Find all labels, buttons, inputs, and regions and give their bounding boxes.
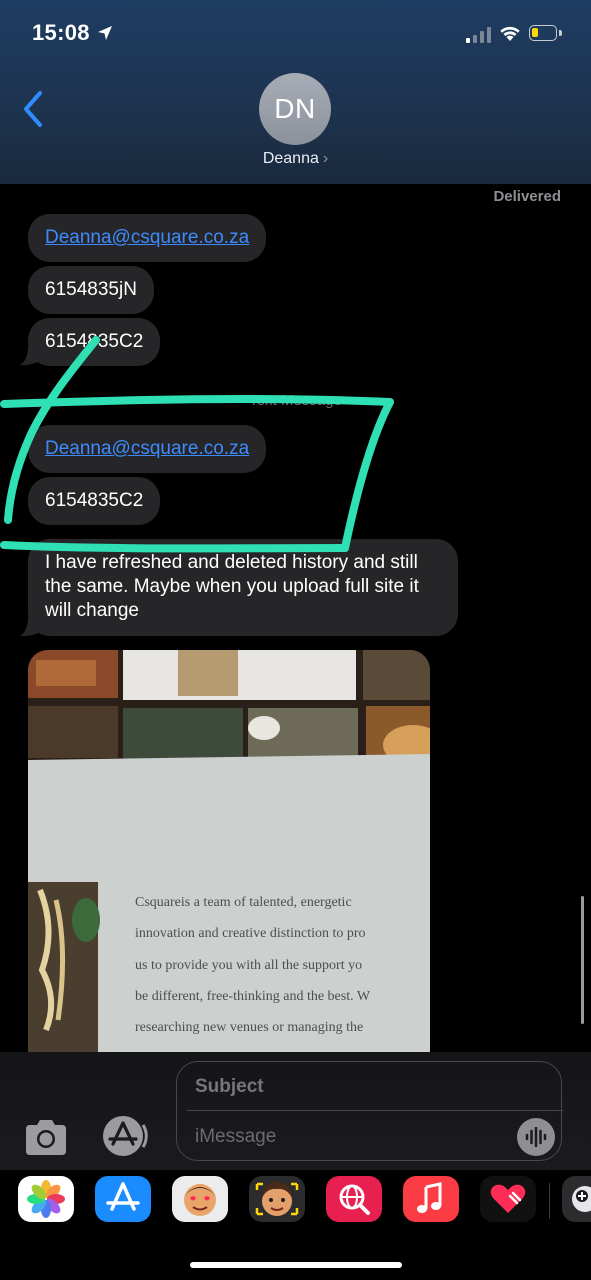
message-text: 6154835jN bbox=[45, 279, 137, 300]
more-apps-icon[interactable] bbox=[562, 1176, 591, 1222]
app-drawer-divider bbox=[549, 1183, 550, 1219]
message-bubble[interactable]: Deanna@csquare.co.za bbox=[28, 425, 267, 473]
email-link[interactable]: Deanna@csquare.co.za bbox=[45, 227, 249, 248]
music-app-icon[interactable] bbox=[403, 1176, 459, 1222]
composer-divider bbox=[187, 1110, 563, 1111]
email-link[interactable]: Deanna@csquare.co.za bbox=[45, 438, 249, 459]
photo-text-line: researching new venues or managing the bbox=[135, 1020, 363, 1035]
photos-app-icon[interactable] bbox=[18, 1176, 74, 1222]
audio-message-button[interactable] bbox=[517, 1118, 555, 1156]
subject-field[interactable]: Subject bbox=[195, 1076, 264, 1098]
message-bubble[interactable]: 6154835jN bbox=[28, 266, 154, 314]
photo-text-line: be different, free-thinking and the best… bbox=[135, 989, 371, 1004]
battery-nub bbox=[559, 30, 562, 36]
message-composer[interactable]: Subject iMessage bbox=[176, 1061, 563, 1161]
web-search-icon[interactable] bbox=[326, 1176, 382, 1222]
waveform-icon bbox=[525, 1127, 547, 1147]
battery-icon bbox=[529, 25, 557, 41]
home-indicator[interactable] bbox=[190, 1262, 402, 1268]
cellular-signal-icon bbox=[466, 27, 492, 43]
battery-level bbox=[532, 28, 538, 37]
bubble-tail bbox=[20, 617, 38, 637]
location-arrow-icon bbox=[98, 26, 112, 40]
photo-text-line: us to provide you with all the support y… bbox=[135, 958, 362, 973]
message-bubble[interactable]: 6154835C2 bbox=[28, 477, 161, 525]
contact-avatar[interactable]: DN bbox=[259, 73, 331, 145]
status-time: 15:08 bbox=[32, 20, 90, 45]
animoji-icon[interactable] bbox=[249, 1176, 305, 1222]
message-bubble[interactable]: I have refreshed and deleted history and… bbox=[28, 539, 458, 636]
message-text: 6154835C2 bbox=[45, 490, 144, 511]
message-type-separator: Text Message bbox=[249, 392, 342, 409]
contact-name: Deanna bbox=[262, 150, 319, 167]
message-text: I have refreshed and deleted history and… bbox=[45, 552, 419, 621]
photo-text-line: innovation and creative distinction to p… bbox=[135, 926, 366, 941]
digital-touch-icon[interactable] bbox=[480, 1176, 536, 1222]
avatar-initials: DN bbox=[274, 93, 316, 124]
chevron-right-icon: › bbox=[322, 150, 329, 167]
memoji-stickers-icon[interactable] bbox=[172, 1176, 228, 1222]
message-bubble[interactable]: 6154835C2 bbox=[28, 318, 161, 366]
photo-text-line: Csquareis a team of talented, energetic bbox=[135, 895, 352, 910]
app-store-button[interactable] bbox=[99, 1115, 151, 1157]
back-button[interactable] bbox=[18, 88, 50, 130]
camera-button[interactable] bbox=[22, 1117, 70, 1157]
bubble-tail bbox=[20, 346, 38, 366]
contact-name-button[interactable]: Deanna › bbox=[0, 150, 591, 168]
message-text: 6154835C2 bbox=[45, 331, 144, 352]
message-input[interactable]: iMessage bbox=[195, 1126, 276, 1148]
wifi-icon bbox=[500, 26, 520, 41]
photo-attachment[interactable]: Csquareis a team of talented, energetic … bbox=[28, 650, 430, 1054]
scroll-indicator[interactable] bbox=[581, 896, 584, 1024]
app-store-icon[interactable] bbox=[95, 1176, 151, 1222]
delivered-status: Delivered bbox=[493, 188, 561, 205]
message-bubble[interactable]: Deanna@csquare.co.za bbox=[28, 214, 267, 262]
